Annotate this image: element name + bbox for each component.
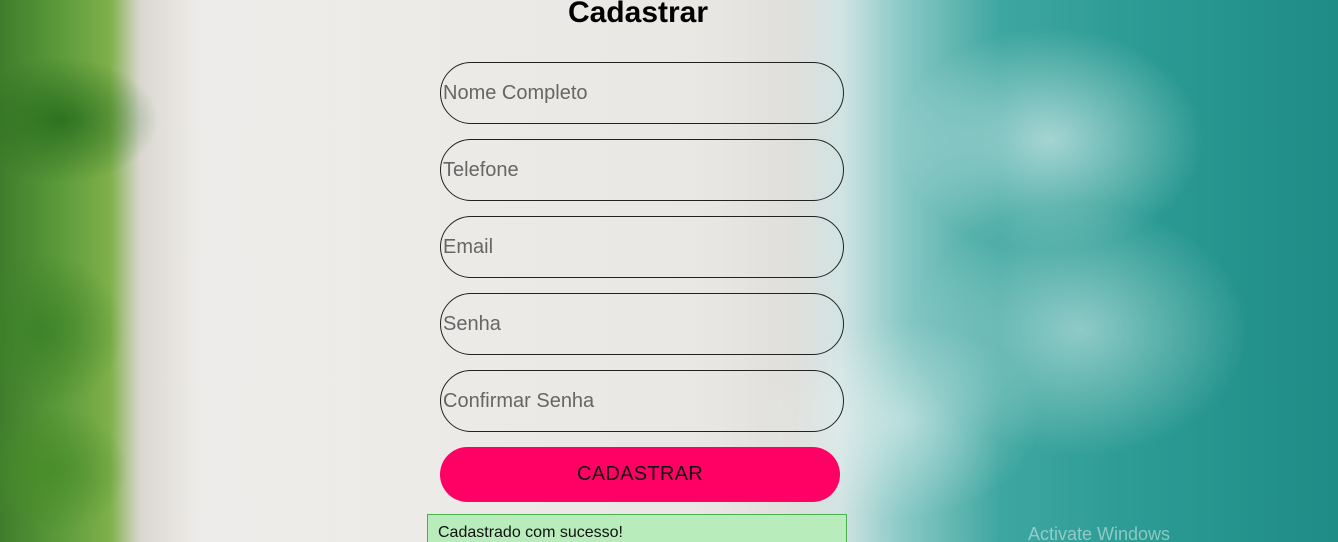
confirm-password-input[interactable] bbox=[440, 370, 844, 432]
full-name-input[interactable] bbox=[440, 62, 844, 124]
page-title: Cadastrar bbox=[567, 0, 709, 29]
signup-button[interactable]: CADASTRAR bbox=[440, 447, 840, 502]
phone-input[interactable] bbox=[440, 139, 844, 201]
success-message: Cadastrado com sucesso! bbox=[438, 524, 623, 541]
success-alert: Cadastrado com sucesso! bbox=[427, 514, 847, 542]
email-input[interactable] bbox=[440, 216, 844, 278]
password-input[interactable] bbox=[440, 293, 844, 355]
page-background: Cadastrar CADASTRAR Cadastrado com suces… bbox=[0, 0, 1338, 542]
os-activation-watermark: Activate Windows bbox=[1028, 524, 1171, 542]
